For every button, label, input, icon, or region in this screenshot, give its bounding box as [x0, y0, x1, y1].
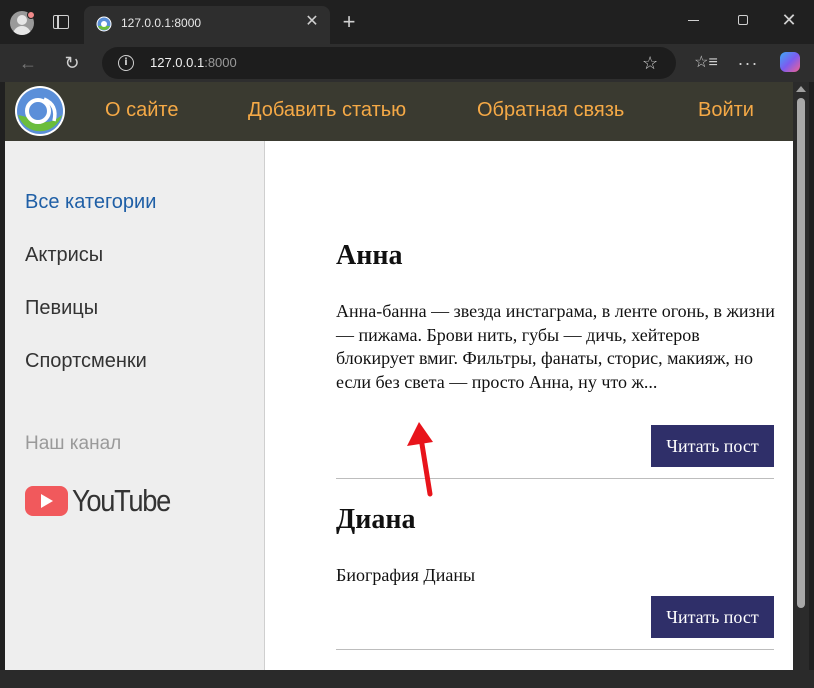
post-excerpt: Анна-банна — звезда инстаграма, в ленте …	[336, 301, 775, 392]
tab-actions-icon[interactable]	[53, 15, 69, 29]
post-title[interactable]: Диана	[336, 504, 416, 536]
youtube-play-icon	[25, 486, 68, 516]
read-post-button[interactable]: Читать пост	[651, 596, 774, 638]
maximize-icon[interactable]	[738, 15, 748, 25]
back-icon[interactable]: ←	[14, 49, 42, 77]
browser-toolbar: ← ↻ i 127.0.0.1:8000 ☆ ☆≡ ···	[0, 44, 814, 82]
copilot-icon[interactable]	[780, 52, 800, 72]
youtube-wordmark: YouTube	[72, 483, 171, 518]
site-header: О сайте Добавить статью Обратная связь В…	[5, 82, 793, 141]
nav-feedback[interactable]: Обратная связь	[477, 99, 624, 122]
close-icon[interactable]: ✕	[779, 8, 799, 32]
scrollbar-thumb[interactable]	[797, 98, 805, 608]
minimize-icon[interactable]	[688, 20, 699, 22]
page-viewport: О сайте Добавить статью Обратная связь В…	[5, 82, 793, 670]
more-icon[interactable]: ···	[734, 49, 762, 77]
sidebar-item-sportswomen[interactable]: Спортсменки	[25, 350, 147, 373]
post-divider	[336, 649, 774, 650]
site-logo[interactable]	[14, 85, 66, 137]
profile-notification-dot	[27, 11, 35, 19]
channel-label: Наш канал	[25, 433, 122, 454]
tab-title: 127.0.0.1:8000	[121, 16, 202, 30]
post-divider	[336, 478, 774, 479]
sidebar-item-actresses[interactable]: Актрисы	[25, 244, 103, 267]
info-icon[interactable]: i	[118, 55, 134, 71]
address-bar[interactable]: i 127.0.0.1:8000 ☆	[102, 47, 676, 79]
youtube-link[interactable]: YouTube	[25, 483, 171, 519]
nav-about[interactable]: О сайте	[105, 99, 178, 122]
favicon	[96, 16, 112, 32]
reload-icon[interactable]: ↻	[58, 49, 86, 77]
post-title[interactable]: Анна	[336, 240, 403, 272]
annotation-arrow-icon	[407, 422, 433, 497]
plus-icon[interactable]: +	[338, 11, 360, 33]
read-post-button[interactable]: Читать пост	[651, 425, 774, 467]
favorites-icon[interactable]: ☆≡	[692, 49, 720, 77]
scroll-up-icon[interactable]	[796, 86, 806, 92]
close-icon[interactable]: ✕	[302, 12, 322, 32]
sidebar-item-singers[interactable]: Певицы	[25, 297, 98, 320]
post-excerpt: Биография Дианы	[336, 565, 476, 585]
nav-login[interactable]: Войти	[698, 99, 754, 122]
window-bottom-edge	[0, 670, 814, 688]
browser-tab[interactable]: 127.0.0.1:8000 ✕	[84, 6, 330, 44]
browser-titlebar: 127.0.0.1:8000 ✕ + ✕	[0, 0, 814, 44]
star-icon[interactable]: ☆	[642, 51, 658, 75]
url-text[interactable]: 127.0.0.1:8000	[150, 55, 237, 70]
nav-add-article[interactable]: Добавить статью	[248, 99, 406, 122]
sidebar: Все категории Актрисы Певицы Спортсменки…	[5, 141, 265, 670]
sidebar-item-all-categories[interactable]: Все категории	[25, 191, 156, 214]
scrollbar[interactable]	[793, 82, 809, 670]
